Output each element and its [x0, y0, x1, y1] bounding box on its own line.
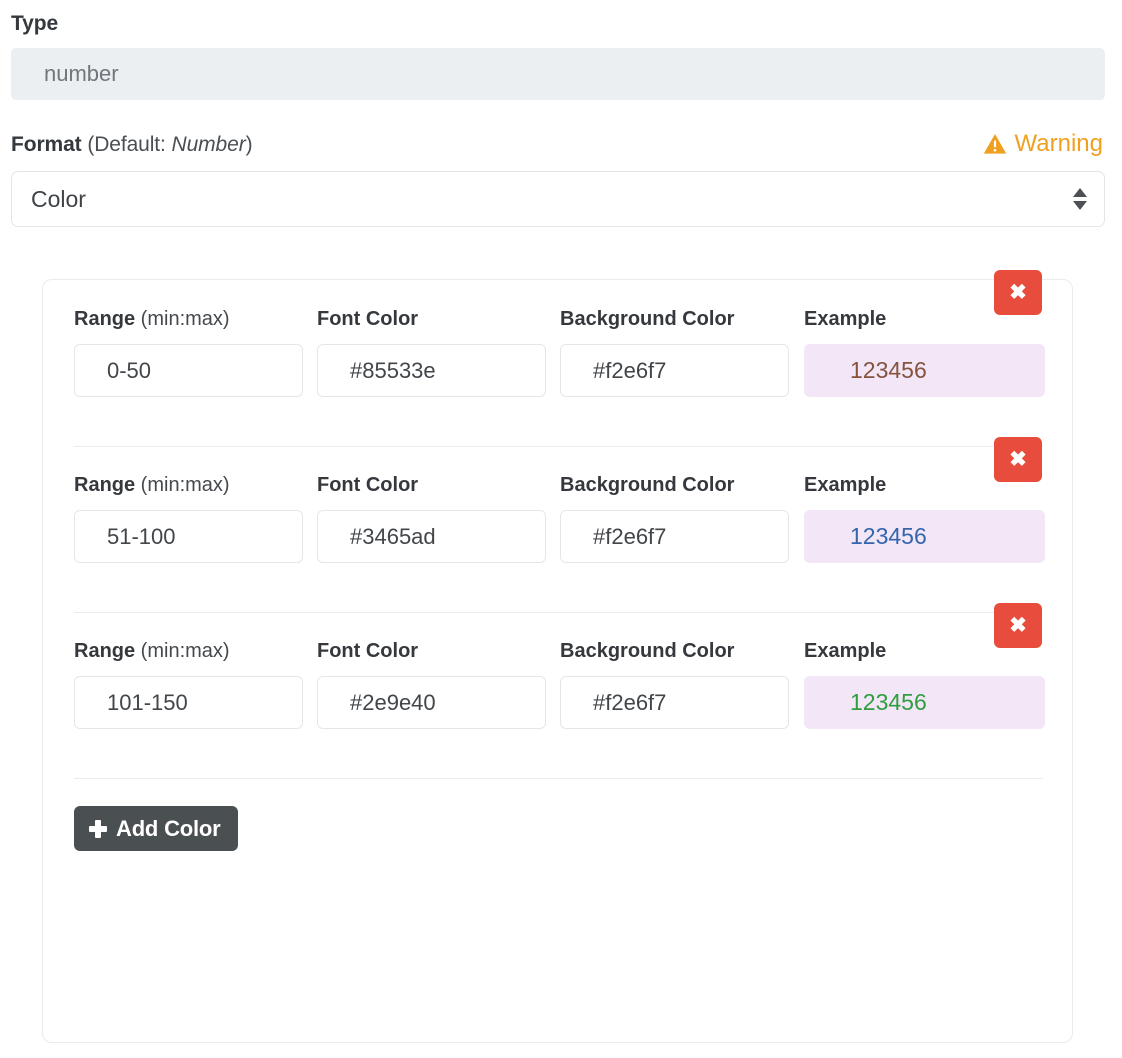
range-label-hint: (min:max) — [135, 640, 229, 662]
range-label-hint: (min:max) — [135, 308, 229, 330]
example-column: Example 123456 — [804, 641, 1047, 729]
example-column: Example 123456 — [804, 309, 1047, 397]
close-x-icon: ✖ — [1009, 282, 1027, 303]
background-color-column: Background Color #f2e6f7 — [560, 475, 804, 563]
delete-rule-button[interactable]: ✖ — [994, 270, 1042, 315]
format-field-group: Format (Default: Number) Warning Color — [11, 131, 1111, 227]
range-input[interactable]: 51-100 — [74, 510, 303, 563]
delete-rule-button[interactable]: ✖ — [994, 603, 1042, 648]
font-color-input[interactable]: #85533e — [317, 344, 546, 397]
format-default-prefix: (Default: — [82, 133, 172, 156]
font-color-column: Font Color #2e9e40 — [317, 641, 560, 729]
add-color-label: Add Color — [116, 816, 221, 842]
warning-label: Warning — [1015, 132, 1103, 156]
font-color-input[interactable]: #2e9e40 — [317, 676, 546, 729]
color-rule-row: Range (min:max) 0-50 Font Color #85533e … — [43, 280, 1072, 397]
type-label: Type — [11, 13, 1111, 34]
range-label-bold: Range — [74, 474, 135, 496]
range-label: Range (min:max) — [74, 475, 317, 495]
add-color-wrapper: Add Color — [43, 779, 1072, 851]
example-preview: 123456 — [804, 344, 1045, 397]
font-color-column: Font Color #85533e — [317, 309, 560, 397]
background-color-input[interactable]: #f2e6f7 — [560, 344, 789, 397]
color-rules-card: Range (min:max) 0-50 Font Color #85533e … — [42, 279, 1073, 1043]
warning-triangle-icon — [983, 133, 1007, 155]
background-color-input[interactable]: #f2e6f7 — [560, 510, 789, 563]
select-stepper-arrows[interactable] — [1073, 188, 1087, 210]
add-color-button[interactable]: Add Color — [74, 806, 238, 851]
example-column: Example 123456 — [804, 475, 1047, 563]
range-label: Range (min:max) — [74, 641, 317, 661]
color-rule-row: Range (min:max) 51-100 Font Color #3465a… — [43, 447, 1072, 563]
font-color-label: Font Color — [317, 641, 560, 661]
font-color-label: Font Color — [317, 475, 560, 495]
format-label: Format (Default: Number) — [11, 134, 253, 155]
close-x-icon: ✖ — [1009, 615, 1027, 636]
format-default-value: Number — [172, 133, 246, 156]
background-color-column: Background Color #f2e6f7 — [560, 641, 804, 729]
range-column: Range (min:max) 101-150 — [74, 641, 317, 729]
range-input[interactable]: 101-150 — [74, 676, 303, 729]
range-input[interactable]: 0-50 — [74, 344, 303, 397]
plus-icon — [89, 820, 107, 838]
example-preview: 123456 — [804, 510, 1045, 563]
background-color-input[interactable]: #f2e6f7 — [560, 676, 789, 729]
range-label-hint: (min:max) — [135, 474, 229, 496]
chevron-up-icon[interactable] — [1073, 188, 1087, 197]
warning-badge: Warning — [983, 132, 1111, 156]
format-label-row: Format (Default: Number) Warning — [11, 131, 1111, 157]
format-default-suffix: ) — [246, 133, 253, 156]
close-x-icon: ✖ — [1009, 449, 1027, 470]
delete-rule-button[interactable]: ✖ — [994, 437, 1042, 482]
type-field-group: Type number — [11, 0, 1111, 100]
format-label-default: (Default: Number) — [82, 133, 253, 156]
background-color-label: Background Color — [560, 309, 804, 329]
example-preview: 123456 — [804, 676, 1045, 729]
range-label-bold: Range — [74, 308, 135, 330]
range-label: Range (min:max) — [74, 309, 317, 329]
format-select-wrapper[interactable]: Color — [11, 171, 1105, 227]
font-color-input[interactable]: #3465ad — [317, 510, 546, 563]
font-color-column: Font Color #3465ad — [317, 475, 560, 563]
range-column: Range (min:max) 0-50 — [74, 309, 317, 397]
chevron-down-icon[interactable] — [1073, 201, 1087, 210]
background-color-label: Background Color — [560, 641, 804, 661]
type-input: number — [11, 48, 1105, 100]
font-color-label: Font Color — [317, 309, 560, 329]
range-label-bold: Range — [74, 640, 135, 662]
format-select[interactable]: Color — [11, 171, 1105, 227]
color-rule-row: Range (min:max) 101-150 Font Color #2e9e… — [43, 613, 1072, 729]
format-label-bold: Format — [11, 133, 82, 156]
range-column: Range (min:max) 51-100 — [74, 475, 317, 563]
format-settings-page: Type number Format (Default: Number) War… — [0, 0, 1122, 1058]
background-color-column: Background Color #f2e6f7 — [560, 309, 804, 397]
background-color-label: Background Color — [560, 475, 804, 495]
